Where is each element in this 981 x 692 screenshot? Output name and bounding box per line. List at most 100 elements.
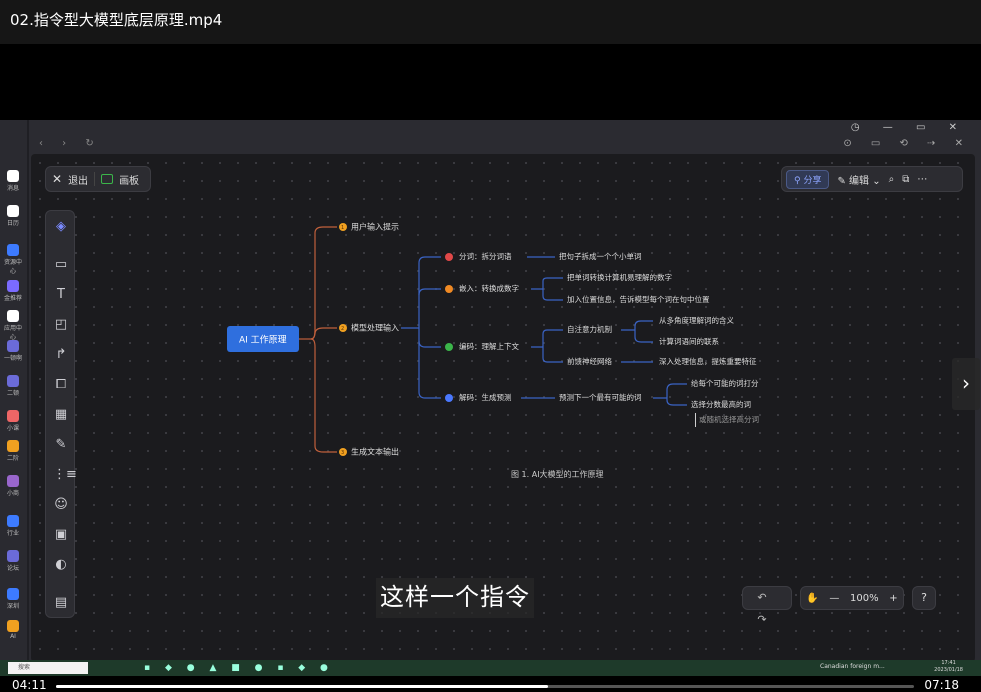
window-controls[interactable]: ◷ — ▭ ✕ — [851, 122, 967, 133]
detail-connector — [621, 320, 653, 343]
seek-bar[interactable] — [56, 685, 914, 688]
rail-item[interactable]: 小课 — [2, 410, 24, 432]
rail-item-label: 二阶 — [6, 455, 19, 462]
rail-item-label: 深圳 — [6, 603, 19, 610]
branch-label: 用户输入提示 — [351, 222, 399, 232]
app-icon — [7, 340, 19, 352]
detail-label: 自注意力机制 — [567, 324, 612, 334]
root-label: AI 工作原理 — [239, 334, 287, 346]
taskbar-apps[interactable]: ▪ ◆ ● ▲ ■ ● ▪ ◆ ● — [144, 663, 334, 673]
detail-label-editing: 或随机选择高分词 — [699, 414, 759, 424]
help-button[interactable]: ? — [912, 586, 936, 610]
detail-label: 给每个可能的词打分 — [691, 378, 759, 388]
rail-item-label: 行业 — [6, 530, 19, 537]
browser-nav[interactable]: ‹ › ↻ — [39, 138, 102, 149]
rail-item-label: 一顿啊 — [3, 355, 22, 362]
rail-item[interactable]: 消息 — [2, 170, 24, 192]
figure-caption: 图 1. AI大模型的工作原理 — [511, 470, 604, 479]
branch-label: 生成文本输出 — [351, 447, 399, 457]
video-subtitle: 这样一个指令 — [376, 578, 534, 618]
app-icon — [7, 550, 19, 562]
rail-item[interactable]: AI — [2, 620, 24, 640]
rail-item-label: AI — [10, 633, 16, 640]
detail-label: 把句子拆成一个个小单词 — [559, 251, 642, 261]
detail-label: 选择分数最高的词 — [691, 399, 751, 409]
detail-label: 加入位置信息，告诉模型每个词在句中位置 — [567, 294, 710, 304]
branch-number: 3 — [341, 450, 344, 456]
rail-item-label: 小课 — [6, 425, 19, 432]
detail-label: 把单词转换计算机易理解的数字 — [567, 272, 672, 282]
rail-item[interactable]: 行业 — [2, 515, 24, 537]
rail-item-label: 金推荐 — [3, 295, 22, 302]
stage-dot — [445, 253, 453, 261]
rail-item[interactable]: 金推荐 — [2, 280, 24, 302]
rail-item[interactable]: 应用中心 — [2, 310, 24, 341]
branch-number: 1 — [341, 225, 344, 231]
zoom-out-button[interactable]: — — [829, 593, 839, 604]
branch-label: 模型处理输入 — [351, 323, 399, 333]
app-icon — [7, 170, 19, 182]
app-icon — [7, 280, 19, 292]
branch-connector — [310, 338, 337, 453]
app-icon — [7, 620, 19, 632]
stage-label: 嵌入：转换成数字 — [459, 283, 519, 293]
stage-connector — [418, 256, 441, 264]
windows-taskbar: 搜索 ▪ ◆ ● ▲ ■ ● ▪ ◆ ● Canadian foreign m.… — [0, 660, 981, 676]
app-icon — [7, 375, 19, 387]
rail-item[interactable]: 论坛 — [2, 550, 24, 572]
zoom-level[interactable]: 100% — [850, 593, 879, 604]
taskbar-search[interactable]: 搜索 — [8, 662, 88, 674]
stage-dot — [445, 394, 453, 402]
rail-item-label: 应用中心 — [3, 325, 22, 341]
seek-progress — [56, 685, 548, 688]
clock-date: 2023/01/18 — [934, 667, 963, 673]
app-icon — [7, 588, 19, 600]
rail-item[interactable]: 深圳 — [2, 588, 24, 610]
rail-item[interactable]: 小商 — [2, 475, 24, 497]
zoom-control: ✋ — 100% + — [800, 586, 904, 610]
stage-connector — [418, 340, 441, 348]
undo-redo[interactable]: ↶ ↷ — [742, 586, 792, 626]
clock-time: 17:41 — [941, 660, 956, 666]
app-icon — [7, 244, 19, 256]
detail-label: 深入处理信息，提炼重要特征 — [659, 356, 757, 366]
app-icon — [7, 310, 19, 322]
next-video-arrow[interactable]: › — [952, 358, 980, 410]
detail-label: 从多角度理解词的含义 — [659, 315, 734, 325]
stage-connector — [418, 391, 441, 399]
detail-label: 前馈神经网络 — [567, 356, 612, 366]
zoom-in-button[interactable]: + — [889, 593, 897, 604]
taskbar-news[interactable]: Canadian foreign m... — [820, 663, 885, 670]
rail-item-label: 消息 — [6, 185, 19, 192]
current-time: 04:11 — [12, 678, 47, 692]
screen-recording: 消息日历资源中心金推荐应用中心一顿啊二顿小课二阶小商行业论坛深圳 AI ◷ — ▭… — [0, 120, 981, 676]
left-app-rail: 消息日历资源中心金推荐应用中心一顿啊二顿小课二阶小商行业论坛深圳 AI — [0, 120, 27, 660]
detail-connector — [531, 277, 563, 301]
rail-item[interactable]: 资源中心 — [2, 244, 24, 275]
rail-item[interactable]: 日历 — [2, 205, 24, 227]
rail-item-label: 小商 — [6, 490, 19, 497]
rail-item[interactable]: 一顿啊 — [2, 340, 24, 362]
taskbar-clock[interactable]: 17:41 2023/01/18 — [934, 660, 963, 674]
window-tools[interactable]: ⊙ ▭ ⟲ ⇢ ✕ — [843, 138, 971, 149]
detail-label: 计算词语间的联系 — [659, 336, 719, 346]
rail-item[interactable]: 二顿 — [2, 375, 24, 397]
branch-connector — [310, 226, 337, 340]
app-icon — [7, 205, 19, 217]
text-cursor — [695, 413, 696, 427]
branch-number: 2 — [341, 326, 344, 332]
app-icon — [7, 440, 19, 452]
rail-item-label: 日历 — [6, 220, 19, 227]
rail-item-label: 论坛 — [6, 565, 19, 572]
detail-connector — [653, 383, 687, 406]
stage-dot — [445, 343, 453, 351]
app-icon — [7, 410, 19, 422]
video-title: 02.指令型大模型底层原理.mp4 — [0, 0, 981, 44]
detail-label: 预测下一个最有可能的词 — [559, 392, 642, 402]
app-icon — [7, 515, 19, 527]
stage-label: 分词：拆分词语 — [459, 251, 512, 261]
stage-connector — [418, 288, 441, 296]
app-icon — [7, 475, 19, 487]
rail-item[interactable]: 二阶 — [2, 440, 24, 462]
hand-tool-icon[interactable]: ✋ — [806, 593, 818, 604]
